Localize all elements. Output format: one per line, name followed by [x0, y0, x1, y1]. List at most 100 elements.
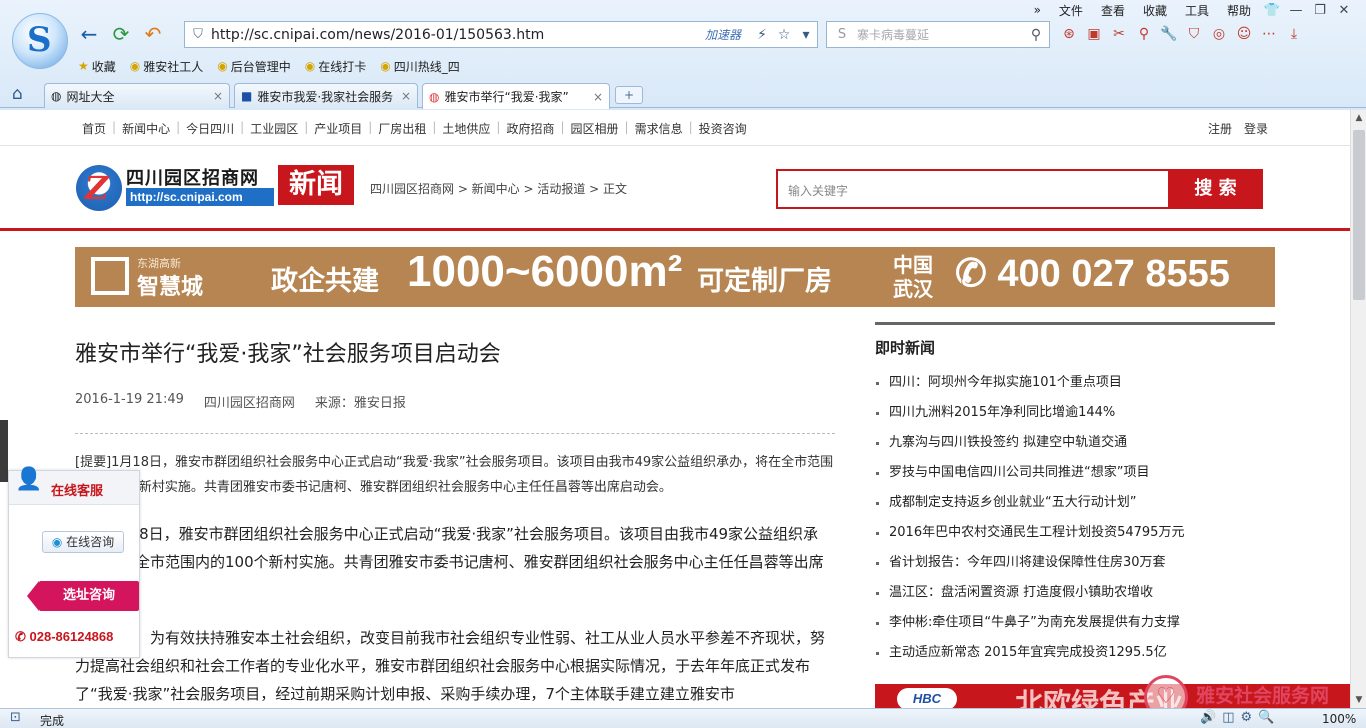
paw-icon: ■ — [241, 89, 253, 103]
site-logo-icon: Z — [76, 165, 122, 211]
download-icon[interactable]: ⤓ — [1283, 22, 1305, 46]
nav-gov-investment[interactable]: 政府招商 — [506, 120, 554, 137]
favorite-item[interactable]: ◉ 雅安社工人 — [130, 58, 204, 75]
favorite-item[interactable]: ◉ 在线打卡 — [305, 58, 367, 75]
site-logo[interactable]: Z 四川园区招商网 http://sc.cnipai.com 新闻 — [76, 163, 354, 211]
nav-factory-rent[interactable]: 厂房出租 — [378, 120, 426, 137]
translate-icon[interactable]: ◎ — [1208, 22, 1230, 46]
tab-close-icon[interactable]: × — [593, 90, 603, 104]
bolt-icon[interactable]: ⚡ — [751, 27, 773, 43]
address-dropdown-icon[interactable]: ▾ — [795, 27, 817, 43]
nav-industrial-parks[interactable]: 工业园区 — [250, 120, 298, 137]
news-link[interactable]: 省计划报告：今年四川将建设保障性住房30万套 — [875, 548, 1275, 578]
news-link[interactable]: 温江区：盘活闲置资源 打造度假小镇助农增收 — [875, 578, 1275, 608]
tab-url-directory[interactable]: ◍ 网址大全 × — [44, 83, 230, 108]
banner-logo: 东湖高新 智慧城 — [91, 255, 211, 300]
more-icon[interactable]: ⋯ — [1258, 22, 1280, 46]
browser-logo-icon[interactable]: S — [12, 13, 68, 69]
bookmark-icon[interactable]: ▣ — [1083, 22, 1105, 46]
browser-search-box[interactable]: S 寨卡病毒蔓延 ⚲ — [826, 21, 1050, 48]
site-name: 四川园区招商网 — [126, 168, 259, 189]
home-icon[interactable]: ⌂ — [12, 84, 23, 104]
news-link[interactable]: 四川九洲料2015年净利同比增逾144% — [875, 398, 1275, 428]
menu-tools[interactable]: 工具 — [1176, 2, 1218, 19]
article-summary: [提要]1月18日，雅安市群团组织社会服务中心正式启动“我爱·我家”社会服务项目… — [75, 455, 834, 495]
window-icon[interactable]: ◫ — [1222, 710, 1234, 725]
minimize-icon[interactable]: — — [1284, 3, 1308, 18]
zoom-icon[interactable]: 🔍 — [1258, 710, 1274, 725]
phone-icon: ✆ — [15, 629, 30, 644]
url-text[interactable]: http://sc.cnipai.com/news/2016-01/150563… — [211, 27, 705, 43]
nav-land-supply[interactable]: 土地供应 — [442, 120, 490, 137]
wrench-icon[interactable]: 🔧 — [1158, 22, 1180, 46]
site-search-button[interactable]: 搜 索 — [1168, 169, 1263, 209]
tab-close-icon[interactable]: × — [213, 89, 223, 103]
skin-icon[interactable]: 👕 — [1260, 3, 1284, 18]
back-button[interactable]: ← — [76, 22, 102, 46]
star-icon[interactable]: ☆ — [773, 27, 795, 43]
chat-title: 在线客服 — [51, 484, 104, 499]
news-link[interactable]: 九寨沟与四川铁投签约 拟建空中轨道交通 — [875, 428, 1275, 458]
nav-projects[interactable]: 产业项目 — [314, 120, 362, 137]
vertical-scrollbar[interactable]: ▲ ▼ — [1350, 110, 1366, 708]
news-link[interactable]: 四川：阿坝州今年拟实施101个重点项目 — [875, 368, 1275, 398]
close-icon[interactable]: ✕ — [1332, 3, 1356, 18]
watermark-text: 雅安社会服务网 — [1196, 685, 1330, 707]
article-paragraph: 据悉，为有效扶持雅安本土社会组织，改变目前我市社会组织专业性弱、社工从业人员水平… — [75, 629, 826, 703]
register-link[interactable]: 注册 — [1208, 120, 1232, 137]
edge-handle[interactable] — [0, 420, 8, 482]
nav-demand-info[interactable]: 需求信息 — [635, 120, 683, 137]
accelerator-label[interactable]: 加速器 — [705, 26, 741, 43]
menu-view[interactable]: 查看 — [1092, 2, 1134, 19]
news-link[interactable]: 罗技与中国电信四川公司共同推进“想家”项目 — [875, 458, 1275, 488]
scroll-thumb[interactable] — [1353, 130, 1365, 300]
zoom-level[interactable]: 100% — [1322, 712, 1356, 726]
smiley-icon[interactable]: ☺ — [1233, 22, 1255, 46]
news-link[interactable]: 主动适应新常态 2015年宜宾完成投资1295.5亿 — [875, 638, 1275, 668]
ad-banner[interactable]: 东湖高新 智慧城 政企共建 1000~6000m² 可定制厂房 中国武汉 ✆ 4… — [75, 247, 1275, 307]
refresh-button[interactable]: ⟳ — [108, 22, 134, 46]
shield-icon[interactable]: ⛉ — [1183, 22, 1205, 46]
weibo-icon[interactable]: ⊛ — [1058, 22, 1080, 46]
scroll-down-icon[interactable]: ▼ — [1351, 692, 1366, 708]
settings-icon[interactable]: ⚙ — [1240, 710, 1252, 725]
new-tab-button[interactable]: + — [615, 86, 643, 104]
tab-close-icon[interactable]: × — [401, 89, 411, 103]
menu-favorites[interactable]: 收藏 — [1134, 2, 1176, 19]
favorite-item[interactable]: ◉ 后台管理中 — [217, 58, 291, 75]
nav-today-sichuan[interactable]: 今日四川 — [186, 120, 234, 137]
news-link[interactable]: 2016年巴中农村交通民生工程计划投资54795万元 — [875, 518, 1275, 548]
site-favicon-icon: ◉ — [217, 59, 228, 73]
restore-icon[interactable]: ❐ — [1308, 3, 1332, 18]
volume-icon[interactable]: 🔊 — [1200, 710, 1216, 725]
search-engine-icon[interactable]: S — [827, 27, 857, 42]
nav-investment-consult[interactable]: 投资咨询 — [699, 120, 747, 137]
scroll-up-icon[interactable]: ▲ — [1351, 110, 1366, 126]
scissors-icon[interactable]: ✂ — [1108, 22, 1130, 46]
favorite-item[interactable]: ★ 收藏 — [78, 58, 116, 75]
news-link[interactable]: 成都制定支持返乡创业就业“五大行动计划” — [875, 488, 1275, 518]
login-link[interactable]: 登录 — [1244, 120, 1268, 137]
site-search-input[interactable]: 输入关键字 — [776, 169, 1170, 209]
key-icon[interactable]: ⚲ — [1133, 22, 1155, 46]
breadcrumb[interactable]: 四川园区招商网 > 新闻中心 > 活动报道 > 正文 — [370, 180, 627, 197]
security-shield-icon: ⛉ — [193, 27, 203, 42]
news-link[interactable]: 李仲彬:牵住项目“牛鼻子”为南充发展提供有力支撑 — [875, 608, 1275, 638]
online-consult-button[interactable]: ◉ 在线咨询 — [42, 531, 124, 553]
hbc-logo: HBC — [897, 688, 957, 708]
menu-help[interactable]: 帮助 — [1218, 2, 1260, 19]
search-icon[interactable]: ⚲ — [1023, 27, 1049, 43]
address-bar[interactable]: ⛉ http://sc.cnipai.com/news/2016-01/1505… — [184, 21, 818, 48]
favorites-bar: ★ 收藏 ◉ 雅安社工人 ◉ 后台管理中 ◉ 在线打卡 ◉ 四川热线_四 — [78, 55, 460, 77]
menu-chevrons-icon[interactable]: » — [1025, 3, 1050, 17]
tab-current-article[interactable]: ◍ 雅安市举行“我爱·我家” × — [422, 83, 610, 109]
tab-yaan-news[interactable]: ■ 雅安市我爱·我家社会服务 × — [234, 83, 418, 108]
site-consult-button[interactable]: 选址咨询 — [27, 581, 139, 611]
menu-file[interactable]: 文件 — [1050, 2, 1092, 19]
search-placeholder[interactable]: 寨卡病毒蔓延 — [857, 26, 1023, 43]
favorite-item[interactable]: ◉ 四川热线_四 — [380, 58, 460, 75]
undo-button[interactable]: ↶ — [140, 22, 166, 46]
nav-news-center[interactable]: 新闻中心 — [122, 120, 170, 137]
nav-home[interactable]: 首页 — [82, 120, 106, 137]
nav-park-album[interactable]: 园区相册 — [571, 120, 619, 137]
